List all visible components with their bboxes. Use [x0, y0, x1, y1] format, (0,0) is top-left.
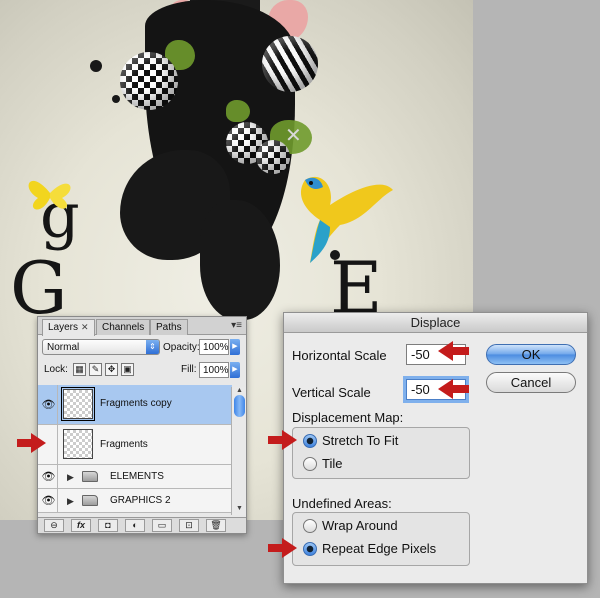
tab-layers-label: Layers: [48, 322, 79, 333]
annotation-arrow-icon: [438, 341, 469, 361]
annotation-arrow-icon: [268, 538, 297, 558]
annotation-arrow-icon: [268, 430, 297, 450]
artwork-letter-decoration: ✕: [285, 123, 302, 147]
lock-image-brush-icon[interactable]: ✎: [89, 363, 102, 376]
eye-icon[interactable]: 👁: [40, 385, 58, 424]
disclosure-triangle-icon[interactable]: ▶: [67, 472, 74, 483]
fill-label: Fill:: [181, 364, 197, 375]
layer-name: Fragments copy: [100, 398, 172, 409]
ink-drop: [90, 60, 102, 72]
radio-label: Tile: [322, 456, 343, 471]
blend-mode-select[interactable]: Normal ⇕: [42, 339, 160, 355]
radio-label: Wrap Around: [322, 518, 398, 533]
radio-selected-icon[interactable]: [303, 434, 317, 448]
vertical-scale-label: Vertical Scale: [292, 385, 371, 400]
striped-sphere: [262, 36, 318, 92]
cancel-button[interactable]: Cancel: [486, 372, 576, 393]
fill-input[interactable]: 100%: [199, 362, 229, 378]
annotation-arrow-icon: [438, 379, 469, 399]
tab-channels[interactable]: Channels: [96, 319, 151, 335]
macaw-parrot-illustration: [300, 176, 393, 263]
panel-menu-icon[interactable]: ▾≡: [231, 320, 242, 331]
close-icon[interactable]: ✕: [81, 322, 89, 332]
layer-group-elements[interactable]: 👁 ▶ ELEMENTS: [38, 465, 232, 489]
folder-icon[interactable]: ▭: [152, 519, 172, 532]
checkered-sphere: [120, 52, 178, 110]
tab-paths-label: Paths: [156, 322, 182, 333]
tab-layers[interactable]: Layers ✕: [42, 319, 95, 336]
undefined-areas-label: Undefined Areas:: [292, 496, 392, 511]
layers-scrollbar[interactable]: ▲ ▼: [231, 387, 246, 515]
radio-unselected-icon[interactable]: [303, 519, 317, 533]
displacement-map-group: Stretch To Fit Tile: [292, 427, 470, 479]
grass-tuft: [226, 100, 250, 122]
blend-mode-value: Normal: [47, 342, 80, 353]
layer-thumbnail: [63, 429, 93, 459]
layers-panel: Layers ✕ Channels Paths ▾≡ Normal ⇕ Opaci…: [37, 316, 247, 534]
opacity-input[interactable]: 100%: [199, 339, 229, 355]
layer-row-fragments[interactable]: Fragments: [38, 425, 232, 465]
scrollbar-thumb[interactable]: [234, 395, 245, 417]
layers-panel-footer: ⊖ fx ◘ ◐ ▭ ⊡ 🗑: [38, 517, 246, 533]
fx-icon[interactable]: fx: [71, 519, 91, 532]
displace-dialog: Displace Horizontal Scale -50 Vertical S…: [283, 312, 588, 584]
new-layer-icon[interactable]: ⊡: [179, 519, 199, 532]
tab-paths[interactable]: Paths: [150, 319, 188, 335]
blend-opacity-row: Normal ⇕ Opacity: 100% ▶: [38, 339, 246, 357]
layer-row-fragments-copy[interactable]: 👁 Fragments copy: [38, 385, 232, 425]
dialog-title: Displace: [284, 313, 587, 333]
radio-unselected-icon[interactable]: [303, 457, 317, 471]
undefined-areas-group: Wrap Around Repeat Edge Pixels: [292, 512, 470, 566]
lock-position-move-icon[interactable]: ✥: [105, 363, 118, 376]
layer-group-graphics-2[interactable]: 👁 ▶ GRAPHICS 2: [38, 489, 232, 513]
layers-panel-tabs: Layers ✕ Channels Paths ▾≡: [38, 317, 246, 336]
annotation-arrow-icon: [17, 433, 46, 453]
layer-name: ELEMENTS: [110, 471, 164, 482]
radio-selected-icon[interactable]: [303, 542, 317, 556]
fill-slider-arrow-icon[interactable]: ▶: [230, 362, 240, 378]
lock-all-padlock-icon[interactable]: ▣: [121, 363, 134, 376]
radio-label: Stretch To Fit: [322, 433, 399, 448]
trash-icon[interactable]: 🗑: [206, 519, 226, 532]
radio-label: Repeat Edge Pixels: [322, 541, 437, 556]
displacement-map-label: Displacement Map:: [292, 410, 404, 425]
lock-label: Lock:: [44, 364, 68, 375]
opacity-slider-arrow-icon[interactable]: ▶: [230, 339, 240, 355]
link-icon[interactable]: ⊖: [44, 519, 64, 532]
mask-icon[interactable]: ◘: [98, 519, 118, 532]
scroll-down-icon[interactable]: ▼: [232, 505, 247, 515]
eye-icon[interactable]: 👁: [40, 465, 58, 488]
layer-thumbnail: [61, 387, 95, 421]
horizontal-scale-label: Horizontal Scale: [292, 348, 387, 363]
layer-name: Fragments: [100, 439, 148, 450]
butterfly-illustration: [28, 180, 71, 210]
ink-drop: [112, 95, 120, 103]
artwork-letter-decoration: G: [10, 246, 68, 330]
tab-channels-label: Channels: [102, 322, 145, 333]
layer-name: GRAPHICS 2: [110, 495, 171, 506]
adjustment-icon[interactable]: ◐: [125, 519, 145, 532]
lock-fill-row: Lock: ▦ ✎ ✥ ▣ Fill: 100% ▶: [38, 362, 246, 380]
disclosure-triangle-icon[interactable]: ▶: [67, 496, 74, 507]
eye-icon[interactable]: 👁: [40, 489, 58, 512]
ok-button[interactable]: OK: [486, 344, 576, 365]
folder-icon: [82, 495, 98, 506]
lock-transparency-icon[interactable]: ▦: [73, 363, 86, 376]
opacity-label: Opacity:: [163, 342, 200, 353]
chevron-updown-icon: ⇕: [146, 340, 159, 354]
folder-icon: [82, 471, 98, 482]
